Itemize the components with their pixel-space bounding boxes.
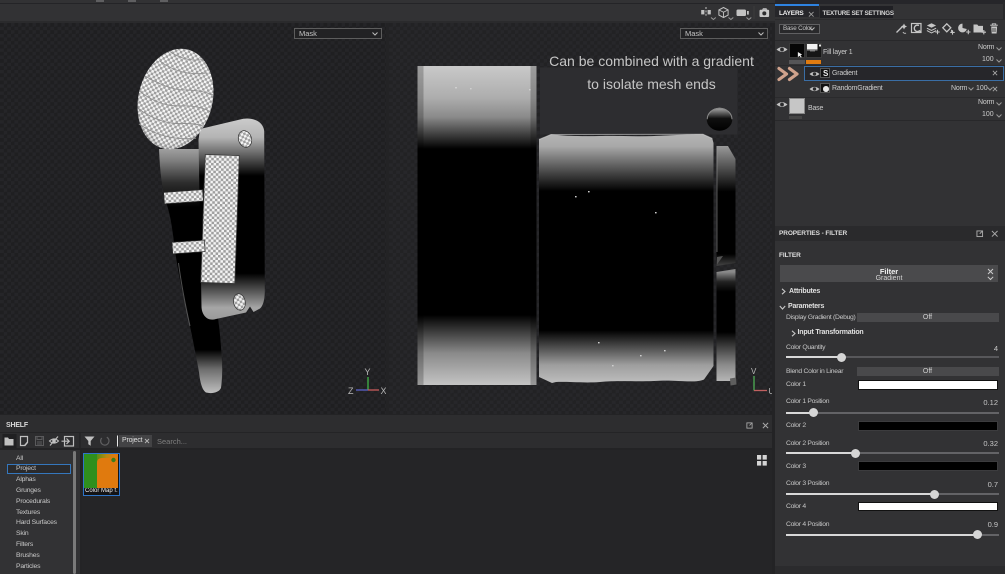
svg-text:Z: Z [348,386,354,396]
svg-text:V: V [751,367,757,376]
svg-text:X: X [381,386,387,396]
svg-text:U: U [769,387,773,396]
svg-text:Y: Y [365,367,371,377]
